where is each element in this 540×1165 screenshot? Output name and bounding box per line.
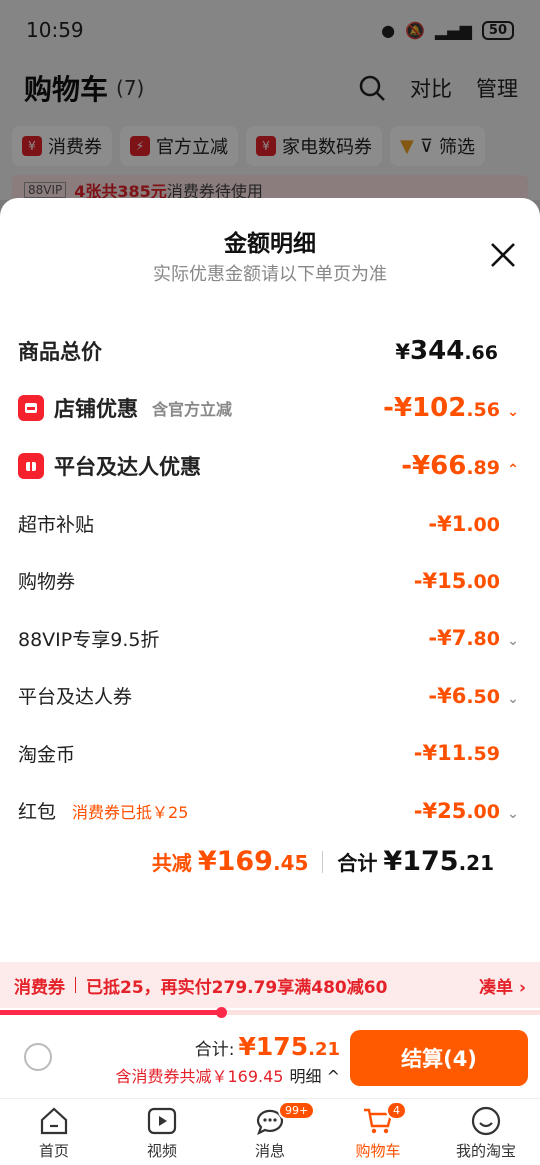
discount-item-value: -¥11.59	[413, 741, 500, 766]
reduce-label: 共减	[151, 851, 192, 875]
tab-home[interactable]: 首页	[0, 1099, 108, 1165]
discount-item-value: -¥1.00	[428, 511, 500, 536]
chevron-down-icon: ⌄	[507, 633, 519, 650]
checkout-discount-sub: 含消费券共减￥169.45	[115, 1067, 284, 1086]
discount-item-row: 购物券 -¥15.00	[18, 567, 522, 594]
discount-item-row[interactable]: 88VIP专享9.5折 -¥7.80 ⌄	[18, 625, 522, 652]
tab-video[interactable]: 视频	[108, 1099, 216, 1165]
discount-item-note: 消费券已抵￥25	[72, 802, 189, 822]
platform-discount-value: -¥66.89 ⌃	[401, 451, 522, 481]
select-all-checkbox[interactable]	[24, 1043, 52, 1071]
progress-fill	[0, 1010, 222, 1015]
chevron-down-icon: ⌄	[507, 805, 519, 822]
checkout-total-value: ¥175.21	[238, 1032, 340, 1061]
checkout-button[interactable]: 结算(4)	[350, 1030, 528, 1086]
cart-badge: 4	[386, 1101, 407, 1120]
close-icon[interactable]	[488, 240, 518, 270]
summary-line: 共减 ¥169.45 合计 ¥175.21	[152, 846, 494, 877]
chevron-down-icon: ⌄	[507, 690, 519, 707]
discount-item-value: -¥15.00	[413, 568, 500, 593]
platform-discount-label: 平台及达人优惠	[54, 455, 201, 479]
checkout-bar: 合计: ¥175.21 含消费券共减￥169.45 明细 ^ 结算(4)	[0, 1018, 540, 1098]
store-discount-sub: 含官方立减	[152, 400, 233, 419]
tab-my-taobao[interactable]: 我的淘宝	[432, 1099, 540, 1165]
sheet-title: 金额明细	[224, 231, 316, 257]
coupon-progress	[0, 1007, 540, 1018]
add-items-link[interactable]: 凑单 ›	[479, 973, 526, 998]
discount-item-label: 淘金币	[18, 743, 76, 766]
discount-item-row[interactable]: 平台及达人券 -¥6.50 ⌄	[18, 682, 522, 709]
discount-item-label: 平台及达人券	[18, 686, 133, 709]
discount-item-label: 超市补贴	[18, 514, 95, 536]
store-discount-row[interactable]: 店铺优惠 含官方立减 -¥102.56 ⌄	[18, 393, 522, 423]
discount-item-value: -¥7.80 ⌄	[428, 626, 522, 650]
messages-badge: 99+	[278, 1101, 316, 1120]
total-value: ¥344.66	[395, 336, 498, 366]
coupon-progress-bar[interactable]: 消费券 已抵25，再实付279.79享满480减60 凑单 ›	[0, 962, 540, 1008]
discount-item-row: 淘金币 -¥11.59	[18, 740, 522, 767]
reduce-value: ¥169.45	[197, 846, 309, 877]
store-discount-value: -¥102.56 ⌄	[383, 393, 522, 423]
platform-discount-row[interactable]: 平台及达人优惠 -¥66.89 ⌃	[18, 451, 522, 481]
total-row: 商品总价 ¥344.66	[18, 336, 522, 366]
sheet-subtitle: 实际优惠金额请以下单页为准	[153, 264, 387, 285]
tab-messages[interactable]: 消息 99+	[216, 1099, 324, 1165]
store-discount-label: 店铺优惠	[54, 397, 138, 421]
discount-item-row[interactable]: 红包 消费券已抵￥25 -¥25.00 ⌄	[18, 797, 522, 824]
checkout-totals: 合计: ¥175.21 含消费券共减￥169.45 明细 ^	[116, 1032, 341, 1087]
discount-item-row: 超市补贴 -¥1.00	[18, 510, 522, 537]
discount-item-label: 88VIP专享9.5折	[18, 628, 160, 651]
tab-cart[interactable]: 购物车 4	[324, 1099, 432, 1165]
modal-overlay[interactable]	[0, 0, 540, 200]
sum-label: 合计	[337, 851, 378, 875]
chevron-up-icon: ⌃	[507, 462, 519, 478]
sum-value: ¥175.21	[383, 846, 494, 877]
checkout-total-label: 合计:	[194, 1040, 235, 1060]
coupon-tag: 消费券	[14, 977, 65, 998]
discount-item-label: 购物券	[18, 571, 76, 594]
discount-item-value: -¥6.50 ⌄	[428, 684, 522, 708]
profile-icon	[471, 1106, 501, 1135]
coupon-text: 已抵25，再实付279.79享满480减60	[86, 977, 388, 998]
total-label: 商品总价	[18, 340, 102, 364]
discount-item-label: 红包	[18, 801, 57, 823]
gift-icon	[18, 453, 44, 479]
store-icon	[18, 395, 44, 421]
bottom-tab-bar: 首页 视频 消息 99+ 购物车 4 我的淘宝	[0, 1098, 540, 1165]
video-icon	[147, 1107, 177, 1134]
discount-item-value: -¥25.00 ⌄	[414, 799, 522, 823]
home-icon	[40, 1107, 68, 1134]
detail-toggle[interactable]: 明细 ^	[290, 1067, 341, 1086]
chevron-down-icon: ⌄	[507, 404, 519, 420]
